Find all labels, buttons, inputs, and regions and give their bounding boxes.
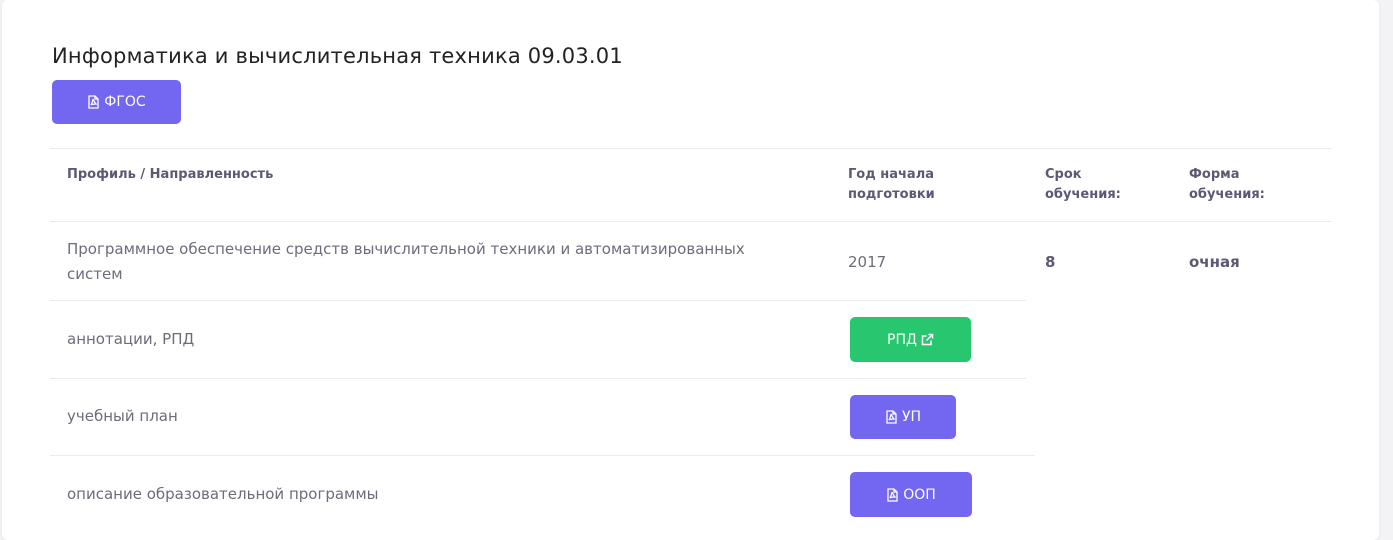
header-profile: Профиль / Направленность: [67, 167, 274, 182]
document-label-annotations: аннотации, РПД: [67, 330, 195, 348]
fgos-button-label: ФГОС: [104, 94, 146, 110]
row-divider: [50, 455, 1035, 456]
oop-button-label: ООП: [903, 486, 936, 503]
header-duration: Срок обучения:: [1045, 167, 1121, 202]
header-bottom-border: [50, 221, 1332, 222]
profile-duration: 8: [1045, 253, 1056, 271]
profile-form: очная: [1189, 253, 1240, 271]
table-top-border: [50, 148, 1332, 149]
up-button[interactable]: УП: [850, 395, 956, 439]
external-link-icon: [921, 333, 934, 346]
header-form: Форма обучения:: [1189, 167, 1265, 202]
oop-button[interactable]: ООП: [850, 472, 972, 517]
rpd-button-label: РПД: [887, 331, 917, 348]
row-divider: [50, 378, 1026, 379]
document-label-program-description: описание образовательной программы: [67, 485, 379, 503]
pdf-file-icon: [87, 95, 100, 109]
program-title: Информатика и вычислительная техника 09.…: [52, 44, 623, 68]
up-button-label: УП: [901, 409, 922, 425]
pdf-file-icon: [886, 487, 899, 502]
pdf-file-icon: [885, 410, 898, 424]
program-card: Информатика и вычислительная техника 09.…: [2, 0, 1379, 540]
row-divider: [50, 300, 1026, 301]
rpd-button[interactable]: РПД: [850, 317, 971, 362]
fgos-button[interactable]: ФГОС: [52, 80, 181, 124]
profile-start-year: 2017: [848, 253, 887, 271]
document-label-curriculum: учебный план: [67, 407, 178, 425]
profile-name: Программное обеспечение средств вычислит…: [67, 240, 745, 283]
header-start-year: Год начала подготовки: [848, 167, 935, 202]
